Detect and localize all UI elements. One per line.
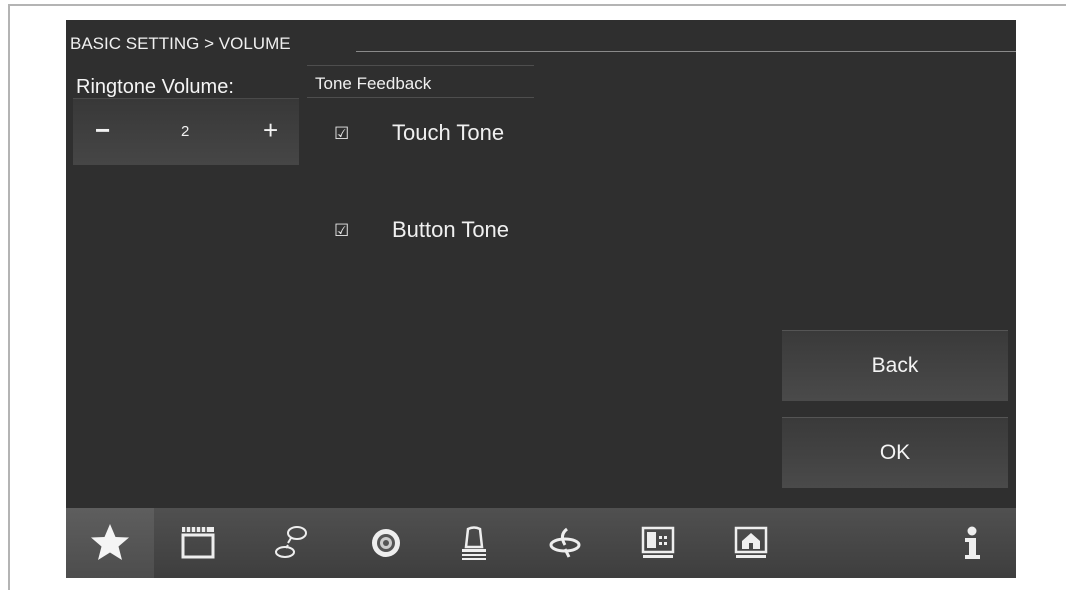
back-button[interactable]: Back bbox=[782, 330, 1008, 401]
taskbar-info[interactable] bbox=[928, 508, 1016, 578]
taskbar-alarm[interactable] bbox=[430, 508, 518, 578]
touch-tone-checkbox[interactable]: ☑ bbox=[334, 124, 349, 144]
taskbar-broadcast[interactable] bbox=[521, 508, 609, 578]
bottom-taskbar bbox=[66, 508, 1016, 578]
info-icon bbox=[965, 526, 980, 559]
volume-value: 2 bbox=[181, 123, 190, 140]
alarm-light-icon bbox=[462, 526, 486, 560]
breadcrumb-underline bbox=[356, 51, 1016, 52]
taskbar-camera[interactable] bbox=[342, 508, 430, 578]
clapperboard-icon bbox=[181, 527, 215, 559]
breadcrumb: BASIC SETTING > VOLUME bbox=[70, 34, 291, 53]
taskbar-messages[interactable] bbox=[248, 508, 336, 578]
satellite-dish-icon bbox=[549, 527, 581, 558]
star-icon bbox=[91, 524, 129, 560]
ringtone-volume-stepper: − 2 + bbox=[73, 98, 299, 165]
home-icon bbox=[734, 526, 768, 558]
taskbar-home[interactable] bbox=[707, 508, 795, 578]
ok-button[interactable]: OK bbox=[782, 417, 1008, 488]
taskbar-media[interactable] bbox=[154, 508, 242, 578]
tone-feedback-title: Tone Feedback bbox=[315, 74, 432, 93]
chat-bubble-icon bbox=[275, 526, 307, 558]
frame-left-line bbox=[8, 4, 10, 590]
device-screen: BASIC SETTING > VOLUME Ringtone Volume: … bbox=[66, 20, 1016, 578]
touch-tone-label: Touch Tone bbox=[392, 120, 505, 145]
taskbar-building[interactable] bbox=[614, 508, 702, 578]
building-panel-icon bbox=[641, 526, 675, 558]
button-tone-label: Button Tone bbox=[392, 217, 510, 242]
camera-lens-icon bbox=[372, 529, 400, 557]
volume-increase-button[interactable]: + bbox=[263, 117, 278, 143]
ringtone-volume-label: Ringtone Volume: bbox=[76, 76, 234, 98]
taskbar-favorites[interactable] bbox=[66, 508, 154, 578]
frame-top-line bbox=[8, 4, 1066, 6]
button-tone-checkbox[interactable]: ☑ bbox=[334, 221, 349, 241]
tone-feedback-header: Tone Feedback bbox=[307, 65, 534, 98]
volume-decrease-button[interactable]: − bbox=[95, 117, 110, 143]
